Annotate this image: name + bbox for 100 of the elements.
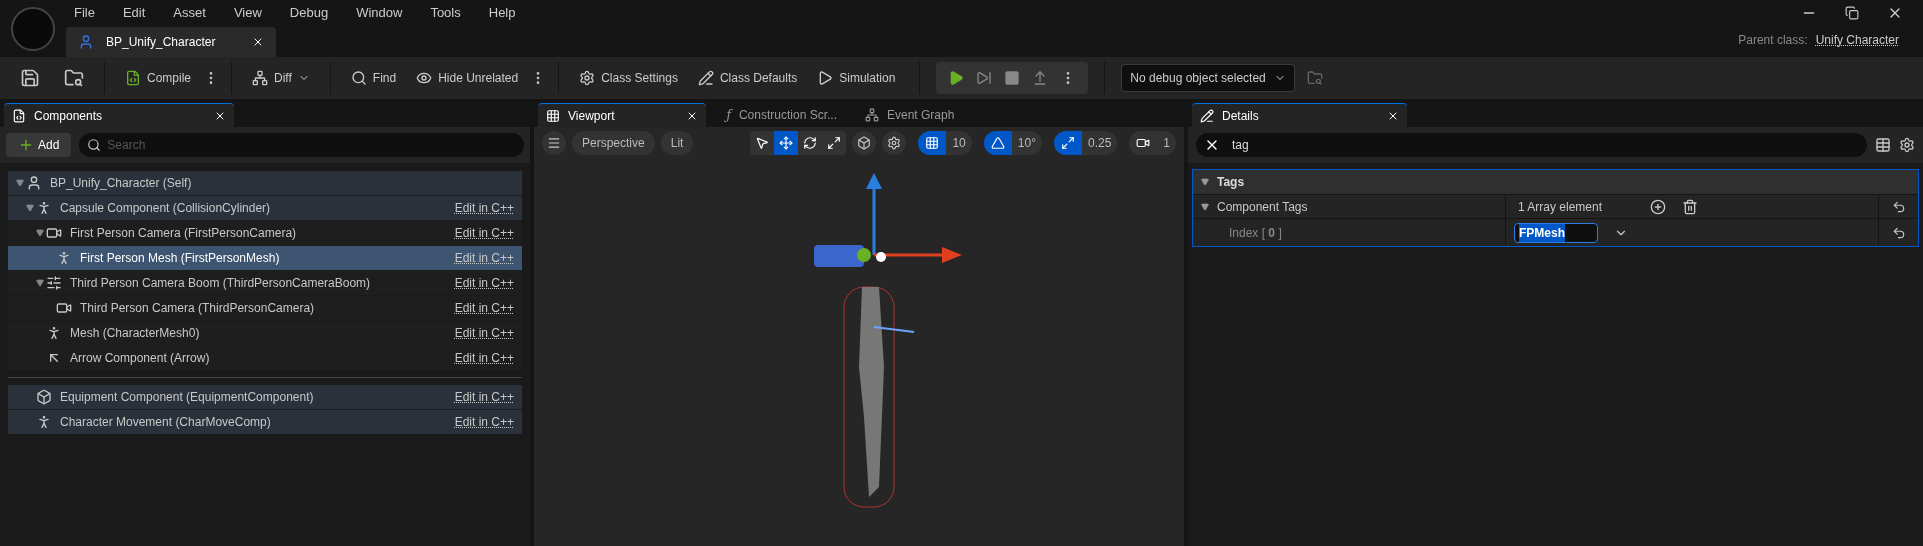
menu-item[interactable]: Edit: [122, 2, 146, 23]
menu-item[interactable]: Help: [488, 2, 516, 23]
toolbar-button[interactable]: Diff: [244, 62, 318, 94]
browse-icon[interactable]: [64, 68, 84, 88]
component-name: Character Movement (CharMoveComp): [60, 414, 271, 431]
stop-icon[interactable]: [1004, 70, 1021, 86]
panel-tab[interactable]: Viewport: [538, 103, 707, 127]
tree-item[interactable]: Arrow Component (Arrow) Edit in C++: [8, 346, 522, 370]
search-field[interactable]: Search: [79, 133, 524, 157]
edit-link[interactable]: Edit in C++: [454, 274, 514, 292]
expand-arrow-icon[interactable]: [36, 229, 44, 237]
step-icon[interactable]: [976, 70, 993, 86]
plus-icon: [18, 137, 34, 153]
viewport-scene[interactable]: Perspective Lit 10 10° 0.25 1: [534, 127, 1184, 546]
tree-item[interactable]: BP_Unify_Character (Self): [8, 171, 522, 195]
panel-tab[interactable]: Components: [4, 103, 235, 127]
menu-item[interactable]: Debug: [289, 2, 329, 23]
toolbar-button[interactable]: Hide Unrelated: [408, 62, 527, 94]
snap-toggle[interactable]: [983, 131, 1012, 155]
toolbar-button[interactable]: Find: [342, 62, 405, 94]
toolbar-icon: [697, 70, 714, 86]
reset-icon[interactable]: [1891, 225, 1906, 240]
settings-icon[interactable]: [1899, 137, 1915, 153]
search-field[interactable]: tag: [1196, 133, 1867, 157]
panel-tab[interactable]: Event Graph: [857, 103, 963, 127]
edit-link[interactable]: Edit in C++: [454, 299, 514, 317]
section-header[interactable]: Tags: [1193, 170, 1918, 194]
panel-tab[interactable]: Details: [1192, 103, 1407, 127]
tree-item[interactable]: Third Person Camera Boom (ThirdPersonCameraBoom) Edit in C++: [8, 271, 522, 295]
parent-class-link[interactable]: Unify Character: [1815, 31, 1899, 49]
expand-arrow-icon[interactable]: [16, 179, 24, 187]
expand-arrow-icon: [1201, 202, 1209, 211]
view-mode-button[interactable]: Lit: [660, 131, 694, 155]
component-name: Third Person Camera (ThirdPersonCamera): [80, 300, 315, 317]
play-icon[interactable]: [948, 70, 965, 86]
local-space-button[interactable]: [882, 131, 907, 155]
tree-item[interactable]: Third Person Camera (ThirdPersonCamera) Edit in C++: [8, 296, 522, 320]
viewport-icon: [546, 108, 560, 123]
component-name: Equipment Component (EquipmentComponent): [60, 389, 314, 406]
angle-snap-icon: [990, 136, 1005, 150]
menu-item[interactable]: View: [233, 2, 262, 23]
scale-snap-icon: [1060, 136, 1075, 150]
component-name: BP_Unify_Character (Self): [50, 175, 192, 192]
toolbar-button[interactable]: Class Settings: [571, 62, 686, 94]
component-name: First Person Mesh (FirstPersonMesh): [80, 250, 280, 267]
snap-toggle[interactable]: [918, 131, 947, 155]
gear-icon: [887, 136, 902, 150]
transform-tool[interactable]: [774, 131, 799, 155]
toolbar-button[interactable]: Compile: [117, 62, 199, 94]
tree-item[interactable]: Mesh (CharacterMesh0) Edit in C++: [8, 321, 522, 345]
rotate-icon: [803, 136, 818, 150]
save-icon[interactable]: [20, 68, 40, 88]
tree-item[interactable]: First Person Mesh (FirstPersonMesh) Edit in C++: [8, 246, 522, 270]
edit-link[interactable]: Edit in C++: [454, 413, 514, 431]
camera-snap-icon: [1136, 136, 1151, 150]
toolbar-icon: [579, 70, 596, 86]
array-count: 1 Array element: [1518, 198, 1603, 216]
menu-item[interactable]: Asset: [173, 2, 206, 23]
viewport-menu-button[interactable]: [542, 131, 566, 155]
menu-item[interactable]: Tools: [430, 2, 461, 23]
toolbar-button[interactable]: Simulation: [809, 62, 904, 94]
edit-link[interactable]: Edit in C++: [454, 349, 514, 367]
menu-item[interactable]: File: [74, 2, 95, 23]
tag-input-field[interactable]: FPMesh: [1514, 222, 1598, 243]
menu-item[interactable]: Window: [356, 2, 403, 23]
document-tab[interactable]: BP_Unify_Character: [66, 27, 276, 57]
reset-icon[interactable]: [1891, 199, 1906, 214]
toolbar-icon: [416, 70, 433, 86]
table-icon[interactable]: [1875, 137, 1891, 153]
camera-icon: [56, 300, 72, 316]
tree-item[interactable]: Character Movement (CharMoveComp) Edit in C++: [8, 410, 522, 434]
expand-arrow-icon[interactable]: [26, 204, 34, 212]
edit-link[interactable]: Edit in C++: [454, 388, 514, 406]
toolbar-button[interactable]: Class Defaults: [689, 62, 806, 94]
close-icon[interactable]: [252, 36, 264, 48]
grid-snap-icon: [925, 136, 940, 150]
tree-item[interactable]: Equipment Component (EquipmentComponent) Edit in C++: [8, 385, 522, 409]
cube-icon: [857, 136, 872, 150]
edit-link[interactable]: Edit in C++: [454, 249, 514, 267]
tree-item[interactable]: First Person Camera (FirstPersonCamera) Edit in C++: [8, 221, 522, 245]
add-button[interactable]: Add: [6, 133, 72, 157]
pencil-icon: [1200, 108, 1214, 123]
edit-link[interactable]: Edit in C++: [454, 324, 514, 342]
translate-icon: [779, 136, 794, 150]
surface-snap-button[interactable]: [852, 131, 877, 155]
expand-arrow-icon[interactable]: [36, 279, 44, 287]
add-element-icon[interactable]: [1650, 198, 1667, 215]
edit-link[interactable]: Edit in C++: [454, 224, 514, 242]
debug-object-dropdown[interactable]: No debug object selected: [1121, 64, 1295, 92]
component-name: Mesh (CharacterMesh0): [70, 325, 200, 342]
delete-icon[interactable]: [1682, 198, 1699, 215]
view-mode-button[interactable]: Perspective: [572, 131, 655, 155]
expand-arrow-icon: [1201, 178, 1209, 186]
restore-icon[interactable]: [1845, 5, 1859, 20]
graph-icon: [865, 108, 879, 122]
tree-item[interactable]: Capsule Component (CollisionCylinder) Edit in C++: [8, 196, 522, 220]
panel-tab[interactable]: ƒ Construction Scr...: [718, 103, 845, 127]
snap-toggle[interactable]: [1053, 131, 1082, 155]
edit-link[interactable]: Edit in C++: [454, 199, 514, 217]
component-name: Third Person Camera Boom (ThirdPersonCameraBoom): [70, 275, 371, 292]
